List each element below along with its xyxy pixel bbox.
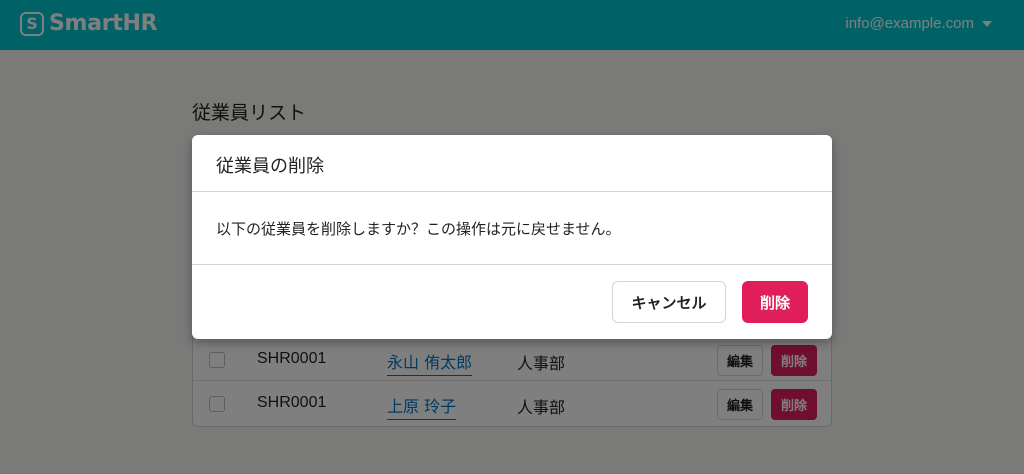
confirm-delete-button[interactable]: 削除 (742, 281, 808, 323)
dialog-divider-bottom (192, 264, 832, 265)
delete-dialog: 従業員の削除 以下の従業員を削除しますか？この操作は元に戻せません。 キャンセル… (192, 135, 832, 339)
cancel-button[interactable]: キャンセル (612, 281, 726, 323)
dialog-divider-top (192, 191, 832, 192)
dialog-message: 以下の従業員を削除しますか？この操作は元に戻せません。 (216, 220, 621, 238)
dialog-title: 従業員の削除 (216, 156, 324, 177)
